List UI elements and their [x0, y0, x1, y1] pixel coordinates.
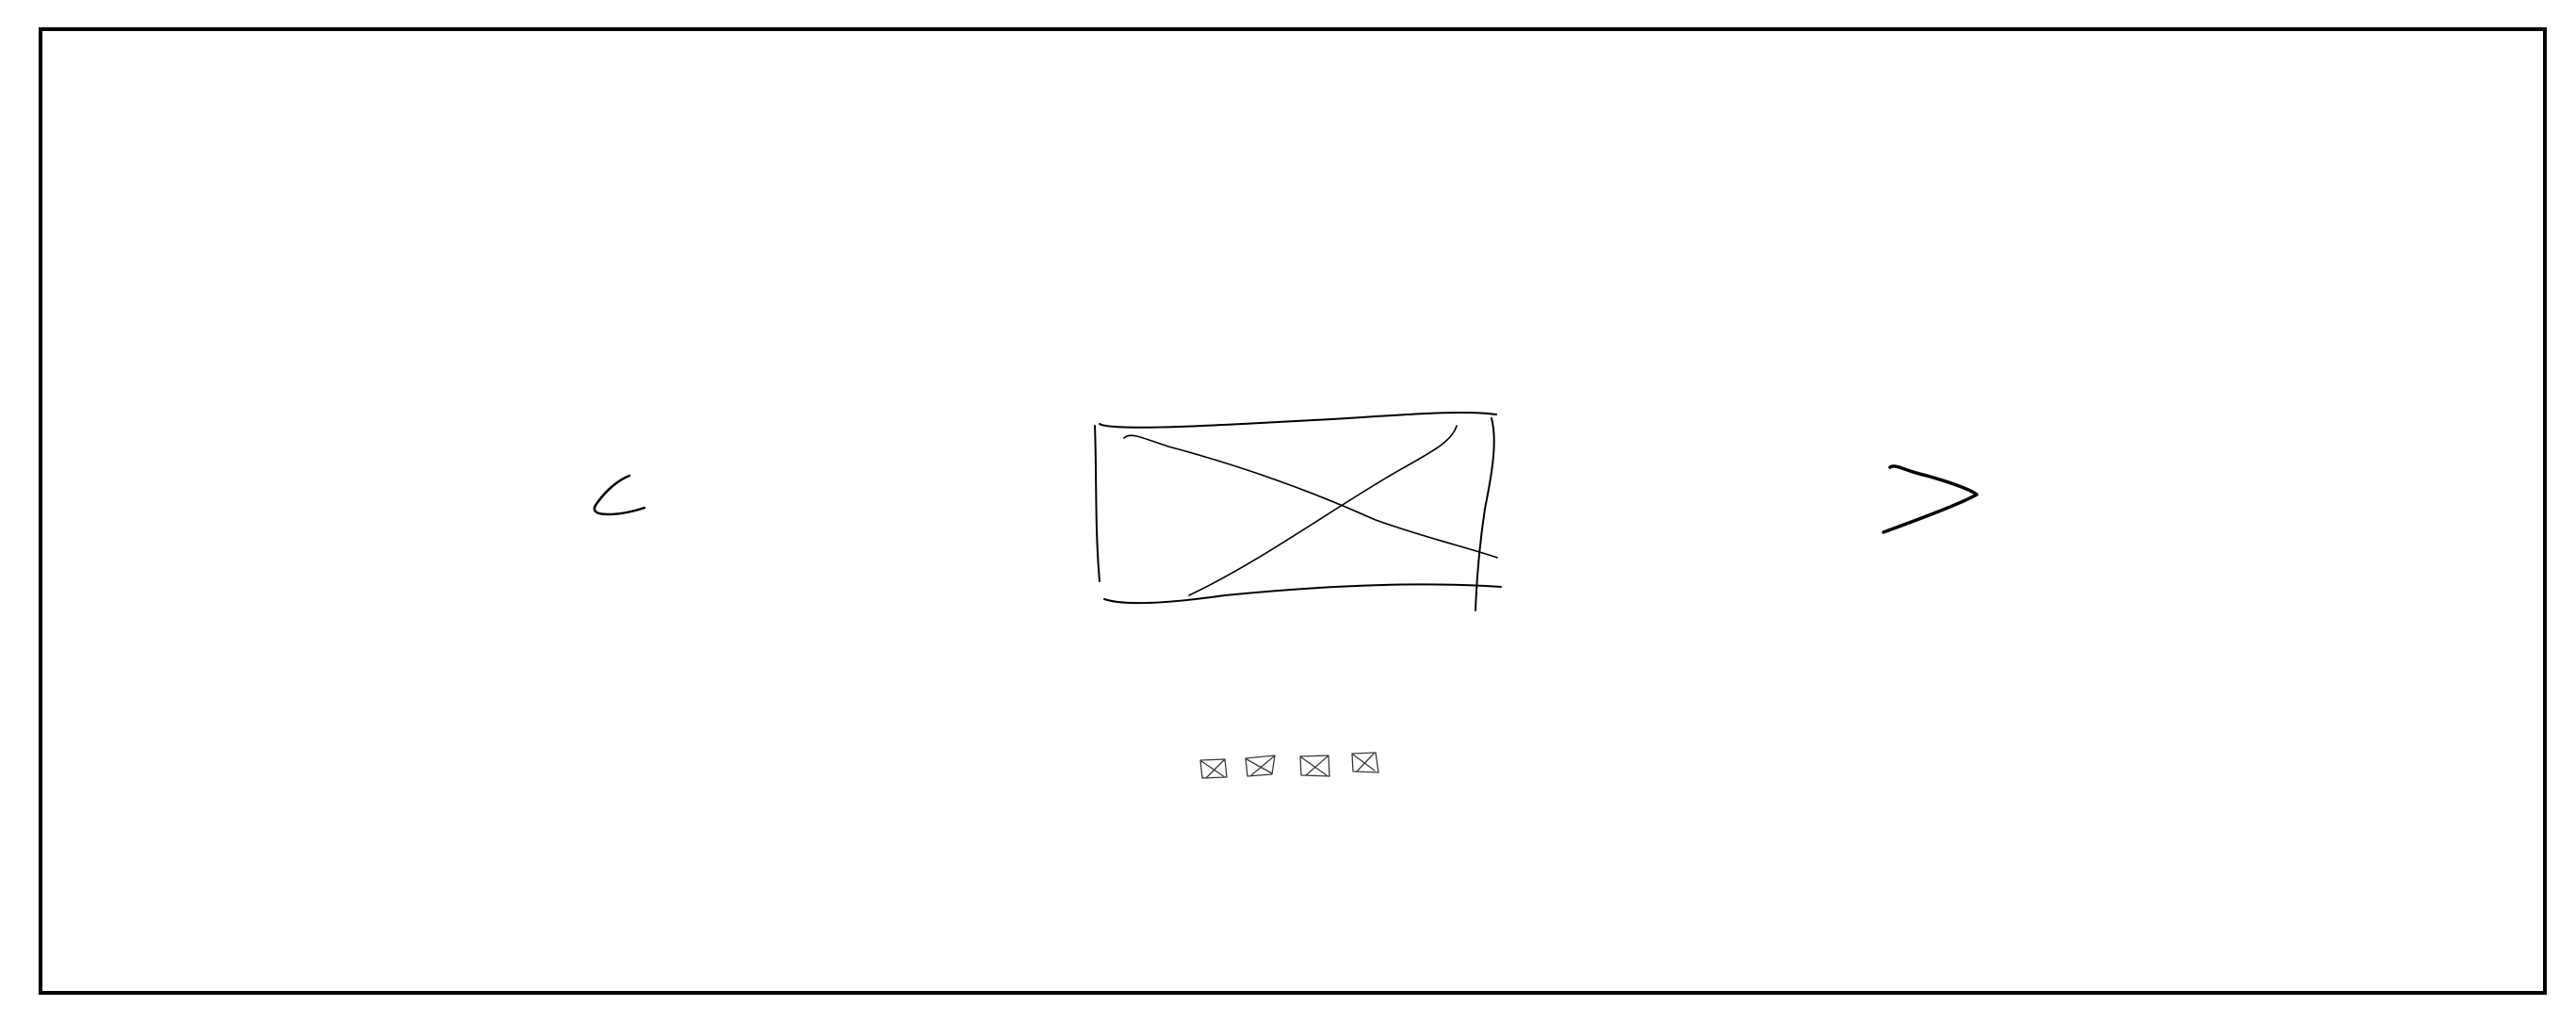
prev-button[interactable] [575, 452, 669, 528]
main-image-border-left [1094, 425, 1101, 582]
thumbnail-indicator-4[interactable] [1346, 749, 1380, 777]
next-button[interactable] [1870, 452, 1988, 537]
main-image-border-bottom [1103, 583, 1502, 605]
thumbnail-indicator-3[interactable] [1295, 752, 1332, 780]
main-image-border-top [1099, 411, 1497, 429]
main-image-diagonal-1 [1123, 434, 1498, 559]
carousel-sketch [575, 411, 1988, 782]
thumbnail-indicator-1[interactable] [1195, 754, 1231, 782]
thumbnail-indicator-2[interactable] [1242, 752, 1278, 780]
main-image-diagonal-2 [1188, 425, 1458, 596]
main-image-placeholder [1094, 411, 1502, 611]
main-image-border-right [1475, 417, 1495, 611]
